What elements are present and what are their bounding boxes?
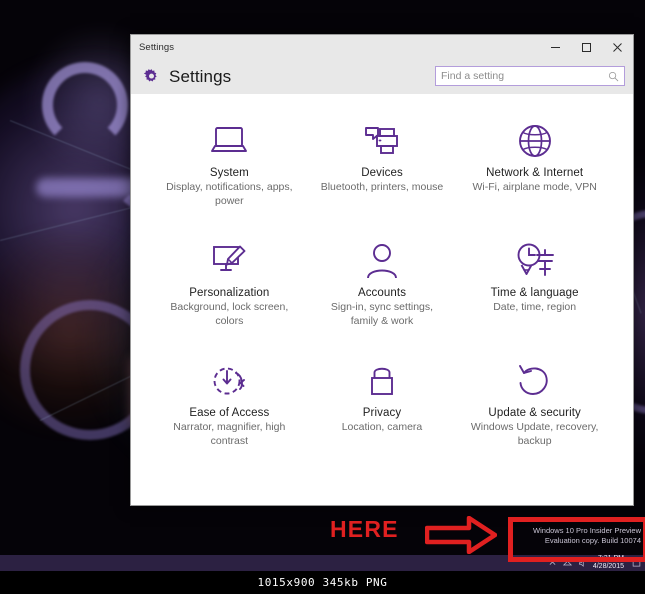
- action-center-icon[interactable]: [632, 559, 641, 568]
- tile-title: Network & Internet: [486, 167, 584, 179]
- clock-date: 4/28/2015: [592, 563, 624, 570]
- tile-title: Devices: [361, 167, 403, 179]
- tile-description: Narrator, magnifier, high contrast: [173, 421, 286, 447]
- search-box[interactable]: [435, 66, 625, 86]
- watermark-line-1: Windows 10 Pro Insider Preview: [533, 526, 641, 535]
- printer-icon: [362, 120, 402, 162]
- volume-icon[interactable]: [578, 559, 587, 568]
- maximize-icon: [582, 42, 591, 52]
- tile-accounts[interactable]: Accounts Sign-in, sync settings, family …: [306, 230, 459, 336]
- paintbrush-screen-icon: [209, 240, 249, 282]
- search-icon[interactable]: [608, 71, 619, 82]
- windows-watermark: Windows 10 Pro Insider Preview Evaluatio…: [533, 526, 641, 546]
- tile-privacy[interactable]: Privacy Location, camera: [306, 350, 459, 456]
- tile-network-internet[interactable]: Network & Internet Wi-Fi, airplane mode,…: [458, 110, 611, 216]
- clock-time: 7:21 PM: [597, 555, 624, 562]
- search-input[interactable]: [441, 70, 608, 82]
- tile-devices[interactable]: Devices Bluetooth, printers, mouse: [306, 110, 459, 216]
- tile-update-security[interactable]: Update & security Windows Update, recove…: [458, 350, 611, 456]
- image-info-bar: 1015x900 345kb PNG: [0, 571, 645, 594]
- tile-title: Update & security: [488, 407, 581, 419]
- globe-icon: [516, 120, 554, 162]
- window-title: Settings: [139, 41, 175, 53]
- system-tray[interactable]: 7:21 PM 4/28/2015: [548, 555, 641, 571]
- refresh-icon: [516, 360, 554, 402]
- tile-title: Privacy: [362, 407, 402, 419]
- tile-personalization[interactable]: Personalization Background, lock screen,…: [153, 230, 306, 336]
- tile-description: Windows Update, recovery, backup: [470, 421, 599, 447]
- close-button[interactable]: [602, 35, 633, 59]
- image-info-text: 1015x900 345kb PNG: [257, 576, 388, 589]
- tile-time-language[interactable]: Time & language Date, time, region: [458, 230, 611, 336]
- monitor-icon: [209, 120, 249, 162]
- gear-icon: [143, 69, 157, 82]
- person-icon: [364, 240, 400, 282]
- maximize-button[interactable]: [571, 35, 602, 59]
- minimize-button[interactable]: [540, 35, 571, 59]
- caption-buttons[interactable]: [540, 35, 633, 59]
- tile-description: Display, notifications, apps, power: [166, 181, 293, 207]
- tile-description: Sign-in, sync settings, family & work: [330, 301, 434, 327]
- chevron-up-icon[interactable]: [548, 559, 557, 568]
- settings-tiles-grid: System Display, notifications, apps, pow…: [131, 110, 633, 456]
- tile-description: Location, camera: [341, 421, 423, 433]
- taskbar[interactable]: 7:21 PM 4/28/2015: [0, 555, 645, 571]
- page-title: Settings: [169, 66, 232, 86]
- accessibility-clock-icon: [210, 360, 248, 402]
- settings-tiles-area: System Display, notifications, apps, pow…: [131, 94, 633, 505]
- tile-title: Personalization: [189, 287, 270, 299]
- settings-window[interactable]: Settings Settings Find a setting System …: [130, 34, 634, 506]
- tile-description: Wi-Fi, airplane mode, VPN: [472, 181, 597, 193]
- close-icon: [613, 42, 622, 52]
- tile-description: Bluetooth, printers, mouse: [320, 181, 444, 193]
- wallpaper-ring: [42, 62, 128, 148]
- tile-title: Accounts: [357, 287, 407, 299]
- tile-title: Time & language: [490, 287, 579, 299]
- tile-title: Ease of Access: [189, 407, 270, 419]
- watermark-line-2: Evaluation copy. Build 10074: [544, 536, 641, 545]
- tile-description: Background, lock screen, colors: [170, 301, 289, 327]
- window-titlebar[interactable]: Settings: [131, 35, 633, 59]
- tile-title: System: [209, 167, 249, 179]
- tile-system[interactable]: System Display, notifications, apps, pow…: [153, 110, 306, 216]
- lock-icon: [366, 360, 398, 402]
- tile-ease-of-access[interactable]: Ease of Access Narrator, magnifier, high…: [153, 350, 306, 456]
- tile-description: Date, time, region: [493, 301, 577, 313]
- clock-language-icon: [514, 240, 556, 282]
- taskbar-clock[interactable]: 7:21 PM 4/28/2015: [593, 555, 626, 571]
- network-icon[interactable]: [562, 559, 572, 568]
- app-header: Settings: [131, 59, 633, 94]
- minimize-icon: [551, 46, 560, 48]
